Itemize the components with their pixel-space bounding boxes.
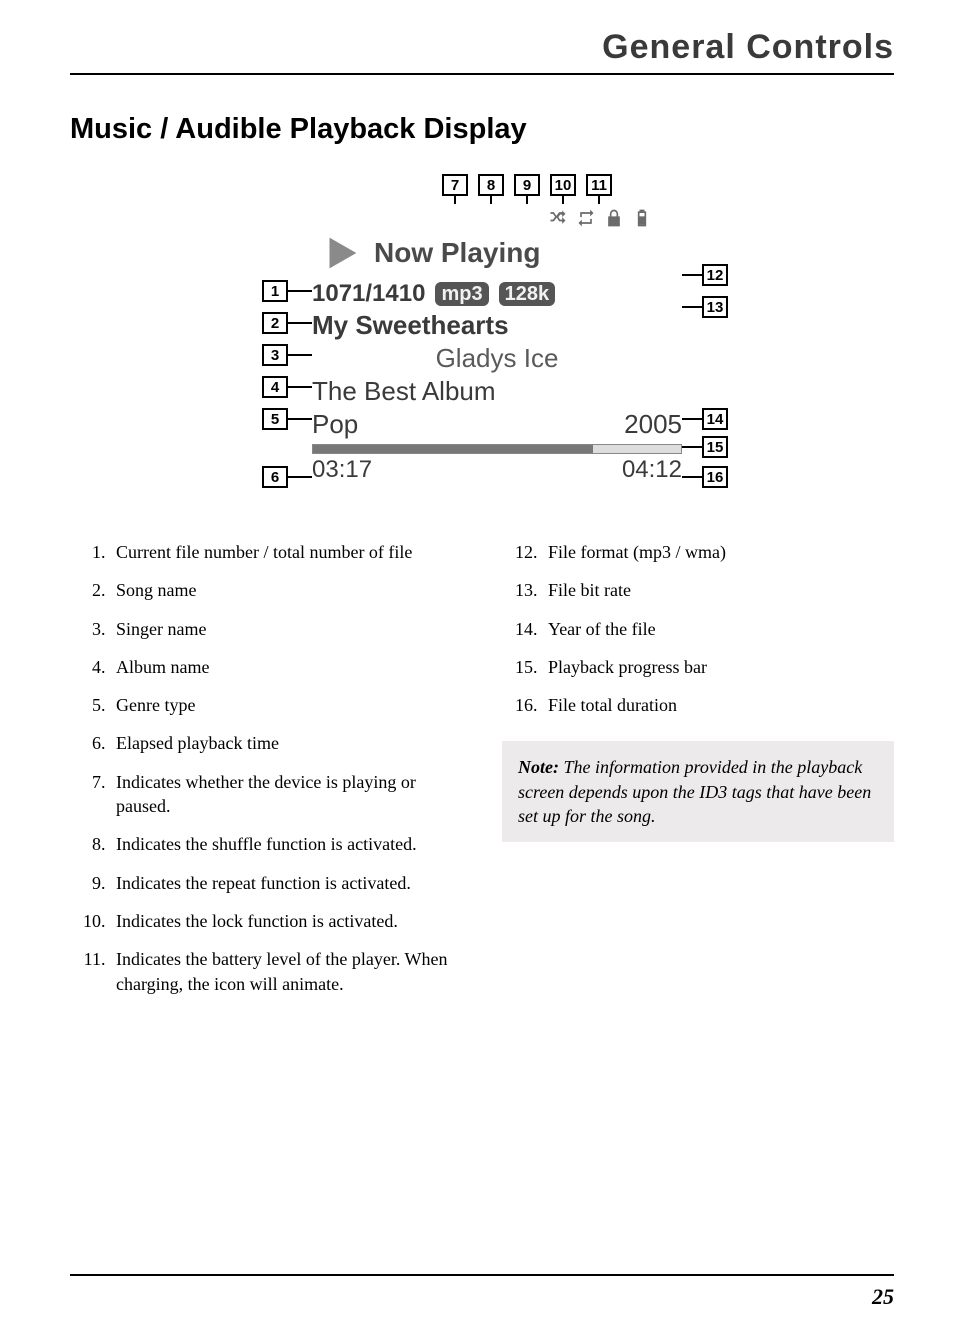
- callout-5: 5: [262, 408, 288, 430]
- list-item: Album name: [110, 655, 462, 679]
- section-title: Music / Audible Playback Display: [70, 113, 894, 146]
- list-item: Genre type: [110, 693, 462, 717]
- callout-14: 14: [702, 408, 728, 430]
- playback-diagram: 7 8 9 10 11 1 2 3 4 5 6 12 13 14 15 16 N…: [202, 174, 762, 504]
- legend-columns: Current file number / total number of fi…: [70, 540, 894, 1010]
- artist-name: Gladys Ice: [312, 343, 682, 374]
- genre-label: Pop: [312, 409, 358, 440]
- right-legend-list: File format (mp3 / wma) File bit rate Ye…: [502, 540, 894, 717]
- list-item: Year of the file: [542, 617, 894, 641]
- list-item: Indicates the repeat function is activat…: [110, 871, 462, 895]
- header-title: General Controls: [70, 28, 894, 73]
- page-number: 25: [872, 1284, 894, 1310]
- callout-16: 16: [702, 466, 728, 488]
- song-name: My Sweethearts: [312, 310, 682, 341]
- now-playing-label: Now Playing: [374, 237, 540, 269]
- callout-9: 9: [514, 174, 540, 196]
- callout-3: 3: [262, 344, 288, 366]
- list-item: Indicates whether the device is playing …: [110, 770, 462, 819]
- list-item: Song name: [110, 578, 462, 602]
- list-item: File total duration: [542, 693, 894, 717]
- callout-2: 2: [262, 312, 288, 334]
- play-icon: [318, 230, 364, 276]
- total-time: 04:12: [622, 456, 682, 484]
- repeat-icon: [576, 208, 596, 228]
- list-item: File bit rate: [542, 578, 894, 602]
- callout-1: 1: [262, 280, 288, 302]
- list-item: Playback progress bar: [542, 655, 894, 679]
- callout-15: 15: [702, 436, 728, 458]
- note-text: The information provided in the playback…: [518, 757, 871, 826]
- list-item: Indicates the battery level of the playe…: [110, 947, 462, 996]
- album-name: The Best Album: [312, 376, 682, 407]
- callout-7: 7: [442, 174, 468, 196]
- list-item: Current file number / total number of fi…: [110, 540, 462, 564]
- callout-11: 11: [586, 174, 612, 196]
- year-label: 2005: [624, 409, 682, 440]
- format-pill: mp3: [435, 282, 488, 306]
- callout-6: 6: [262, 466, 288, 488]
- callout-10: 10: [550, 174, 576, 196]
- note-box: Note: The information provided in the pl…: [502, 741, 894, 842]
- list-item: Singer name: [110, 617, 462, 641]
- callout-4: 4: [262, 376, 288, 398]
- battery-icon: [632, 208, 652, 228]
- callout-12: 12: [702, 264, 728, 286]
- callout-13: 13: [702, 296, 728, 318]
- footer-rule: [70, 1274, 894, 1276]
- bitrate-pill: 128k: [499, 282, 556, 306]
- list-item: Indicates the lock function is activated…: [110, 909, 462, 933]
- lock-icon: [604, 208, 624, 228]
- note-label: Note:: [518, 757, 559, 777]
- callout-8: 8: [478, 174, 504, 196]
- lcd-screen: Now Playing 1071/1410 mp3 128k My Sweeth…: [312, 204, 682, 484]
- shuffle-icon: [548, 208, 568, 228]
- list-item: Elapsed playback time: [110, 731, 462, 755]
- list-item: Indicates the shuffle function is activa…: [110, 832, 462, 856]
- elapsed-time: 03:17: [312, 456, 372, 484]
- left-legend-list: Current file number / total number of fi…: [70, 540, 462, 996]
- header-rule: [70, 73, 894, 75]
- file-counter: 1071/1410: [312, 280, 425, 308]
- list-item: File format (mp3 / wma): [542, 540, 894, 564]
- progress-bar: [312, 444, 682, 454]
